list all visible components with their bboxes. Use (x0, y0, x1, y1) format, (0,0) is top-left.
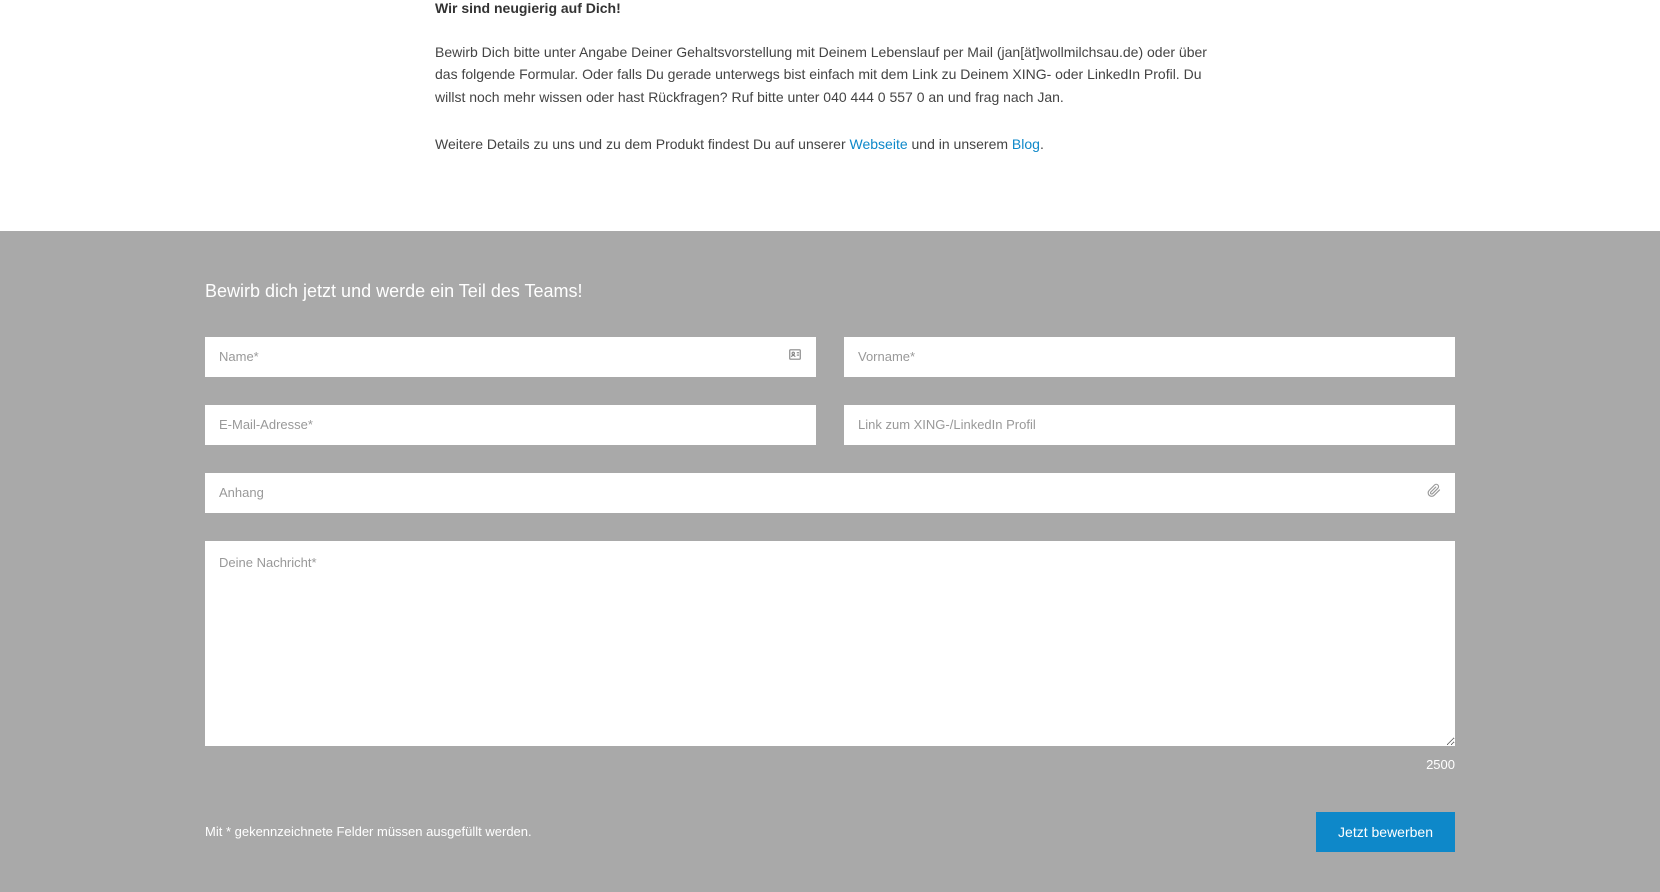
profile-link-input[interactable] (844, 405, 1455, 445)
blog-link[interactable]: Blog (1012, 136, 1040, 152)
intro-details-suffix: . (1040, 136, 1044, 152)
required-fields-note: Mit * gekennzeichnete Felder müssen ausg… (205, 824, 532, 839)
email-input[interactable] (205, 405, 816, 445)
attachment-input[interactable] (205, 473, 1455, 513)
char-counter: 2500 (205, 757, 1455, 772)
name-field-wrap (205, 337, 816, 377)
intro-paragraph-2: Weitere Details zu uns und zu dem Produk… (435, 133, 1225, 155)
intro-paragraph-1: Bewirb Dich bitte unter Angabe Deiner Ge… (435, 41, 1225, 108)
name-input[interactable] (205, 337, 816, 377)
vorname-field-wrap (844, 337, 1455, 377)
form-row-name (205, 337, 1455, 377)
intro-section: Wir sind neugierig auf Dich! Bewirb Dich… (415, 0, 1245, 231)
email-field-wrap (205, 405, 816, 445)
vorname-input[interactable] (844, 337, 1455, 377)
form-row-attachment (205, 473, 1455, 513)
message-textarea[interactable] (205, 541, 1455, 746)
form-row-contact (205, 405, 1455, 445)
form-footer: Mit * gekennzeichnete Felder müssen ausg… (205, 812, 1455, 852)
form-title: Bewirb dich jetzt und werde ein Teil des… (205, 281, 1455, 302)
form-row-message (205, 541, 1455, 751)
profile-link-field-wrap (844, 405, 1455, 445)
intro-heading: Wir sind neugierig auf Dich! (435, 0, 1225, 16)
intro-details-prefix: Weitere Details zu uns und zu dem Produk… (435, 136, 850, 152)
intro-details-mid: und in unserem (908, 136, 1012, 152)
website-link[interactable]: Webseite (850, 136, 908, 152)
form-container: Bewirb dich jetzt und werde ein Teil des… (185, 281, 1475, 852)
submit-button[interactable]: Jetzt bewerben (1316, 812, 1455, 852)
message-field-wrap (205, 541, 1455, 751)
application-form-section: Bewirb dich jetzt und werde ein Teil des… (0, 231, 1660, 892)
attachment-field-wrap (205, 473, 1455, 513)
